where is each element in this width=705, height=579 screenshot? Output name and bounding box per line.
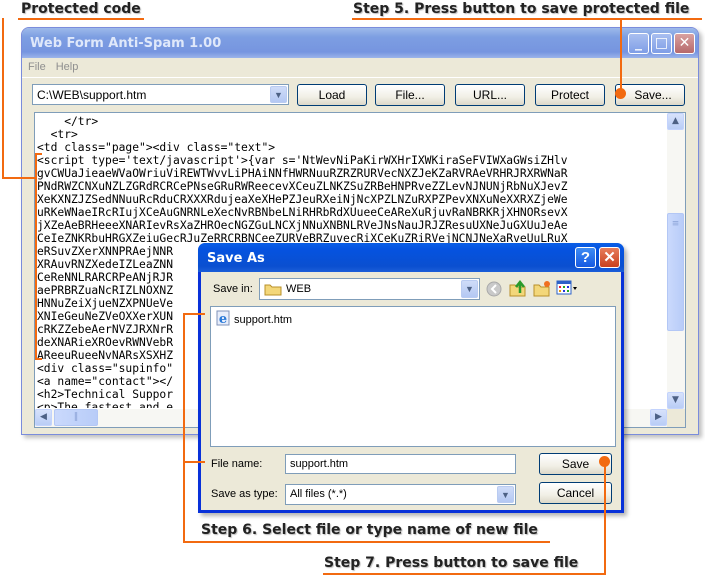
callout-step6: Step 6. Select file or type name of new …: [201, 522, 538, 538]
dialog-title: Save As: [207, 251, 265, 266]
callout-step5: Step 5. Press button to save protected f…: [353, 1, 690, 17]
folder-icon: [264, 282, 282, 299]
chevron-down-icon[interactable]: ▼: [270, 86, 287, 103]
file-list[interactable]: e support.htm: [210, 306, 616, 447]
callout-underline: [18, 18, 144, 20]
minimize-button[interactable]: _: [628, 33, 649, 54]
dialog-cancel-button[interactable]: Cancel: [539, 482, 612, 504]
new-folder-icon[interactable]: [533, 279, 551, 301]
save-as-type-value: All files (*.*): [290, 488, 347, 500]
code-line: XeKXNZJZSedNNuuRcRduCRXXXRdujeaXeXHePZJe…: [37, 193, 568, 206]
svg-text:e: e: [219, 312, 227, 326]
path-value: C:\WEB\support.htm: [37, 88, 147, 102]
chevron-right-icon: ▶: [655, 412, 662, 422]
callout-underline: [352, 18, 702, 20]
save-as-dialog: Save As ? ✕ Save in: WEB ▼ e support.htm…: [198, 243, 624, 513]
callout-connector: [2, 18, 4, 178]
file-name-label: File name:: [211, 458, 263, 470]
scroll-down-button[interactable]: ▼: [667, 392, 684, 409]
scroll-left-button[interactable]: ◀: [35, 409, 52, 426]
code-line: jXZeAeBRHeeeXNARIevRsXaZHROecNGZGuLNCXjN…: [37, 219, 568, 232]
step6-connector: [183, 313, 185, 543]
close-button[interactable]: ✕: [674, 33, 695, 54]
up-folder-icon[interactable]: [509, 279, 527, 301]
file-name: support.htm: [234, 313, 293, 326]
code-line: PNdRWZCNXuNZLZGRdRCRCePNseGRuRWReecevXCe…: [37, 180, 568, 193]
close-icon: ✕: [603, 249, 616, 266]
code-line: <tr>: [37, 128, 78, 141]
chevron-down-icon[interactable]: ▼: [461, 280, 478, 298]
menu-bar: File Help: [22, 58, 698, 78]
step7-connector: [604, 462, 606, 574]
file-button[interactable]: File...: [375, 84, 445, 106]
view-menu-icon[interactable]: [556, 280, 578, 300]
chevron-left-icon: ◀: [40, 412, 47, 422]
dialog-close-button[interactable]: ✕: [599, 247, 620, 268]
scroll-corner: [667, 409, 685, 427]
code-bracket: [35, 358, 42, 360]
dialog-titlebar: Save As ? ✕: [198, 243, 624, 272]
save-in-value: WEB: [286, 283, 312, 295]
file-item[interactable]: e support.htm: [215, 310, 292, 329]
step6-arrow-2: [183, 461, 205, 463]
vertical-scroll-thumb[interactable]: ≡: [667, 213, 684, 331]
maximize-button[interactable]: □: [651, 33, 672, 54]
callout-underline: [323, 573, 606, 575]
save-as-type-label: Save as type:: [211, 488, 278, 500]
close-icon: ✕: [678, 35, 691, 51]
code-line: <td class="page"><div class="text">: [37, 141, 276, 154]
vertical-scrollbar[interactable]: ▲ ≡ ▼: [667, 113, 685, 409]
scroll-up-button[interactable]: ▲: [667, 113, 684, 130]
menu-help[interactable]: Help: [56, 58, 85, 77]
menu-file[interactable]: File: [28, 58, 52, 77]
help-button[interactable]: ?: [575, 247, 596, 268]
callout-connector: [2, 177, 36, 179]
url-button[interactable]: URL...: [455, 84, 525, 106]
help-icon: ?: [580, 249, 591, 266]
code-line: </tr>: [37, 115, 99, 128]
step5-dot: [615, 88, 626, 99]
code-line: gvCWUaJieaeWVaOWriuViREWTWvvLiPHAiNNfHWR…: [37, 167, 568, 180]
load-button[interactable]: Load: [297, 84, 367, 106]
file-name-input[interactable]: support.htm: [285, 454, 516, 474]
chevron-down-icon[interactable]: ▼: [497, 486, 514, 503]
code-line: <script type='text/javascript'>{var s='N…: [37, 154, 568, 167]
path-combo[interactable]: C:\WEB\support.htm ▼: [32, 84, 289, 105]
main-titlebar: Web Form Anti-Spam 1.00 _ □ ✕: [22, 28, 698, 58]
step6-arrow-1: [183, 313, 205, 315]
horizontal-scroll-thumb[interactable]: ‖: [54, 409, 98, 426]
step5-connector: [620, 18, 622, 92]
save-in-combo[interactable]: WEB ▼: [259, 278, 480, 300]
save-in-label: Save in:: [213, 283, 253, 295]
protect-button[interactable]: Protect: [535, 84, 605, 106]
code-bracket: [35, 153, 42, 155]
minimize-icon: _: [635, 35, 642, 51]
callout-protected-code: Protected code: [21, 1, 141, 17]
code-line: uRKeWNaeIRcRIujXCeAuGNRNLeXecNvRBNbeLNiR…: [37, 206, 568, 219]
maximize-icon: □: [654, 35, 669, 51]
scroll-right-button[interactable]: ▶: [650, 409, 667, 426]
code-bracket: [35, 153, 37, 360]
window-title: Web Form Anti-Spam 1.00: [30, 36, 222, 51]
callout-step7: Step 7. Press button to save file: [324, 555, 579, 571]
chevron-up-icon: ▲: [672, 116, 679, 126]
callout-underline: [183, 541, 550, 543]
save-as-type-combo[interactable]: All files (*.*) ▼: [285, 484, 516, 505]
back-icon[interactable]: [486, 281, 502, 301]
ie-html-file-icon: e: [215, 310, 231, 329]
chevron-down-icon: ▼: [672, 395, 679, 405]
